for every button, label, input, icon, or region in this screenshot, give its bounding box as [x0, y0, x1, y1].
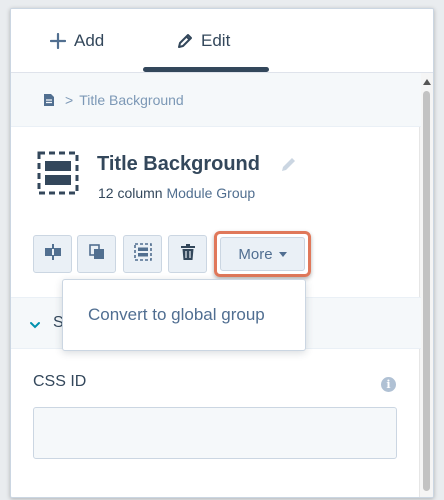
pencil-icon — [176, 32, 194, 50]
css-id-input[interactable] — [33, 407, 397, 459]
select-group-icon — [133, 242, 152, 266]
sidebar-panel: Add Edit > Title Background Title Backgr… — [10, 8, 434, 498]
tab-add[interactable]: Add — [49, 9, 104, 73]
tab-edit[interactable]: Edit — [176, 9, 230, 73]
module-title: Title Background — [97, 153, 260, 175]
breadcrumb: > Title Background — [11, 73, 421, 127]
module-type-link[interactable]: Module Group — [166, 185, 255, 201]
scrollbar[interactable] — [419, 73, 433, 497]
chevron-down-icon[interactable] — [29, 318, 41, 330]
breadcrumb-current: Title Background — [79, 91, 184, 108]
more-button[interactable]: More — [220, 237, 305, 271]
css-id-label: CSS ID — [33, 373, 87, 390]
tab-edit-label: Edit — [201, 31, 231, 50]
plus-icon — [49, 32, 67, 50]
document-icon[interactable] — [43, 93, 55, 107]
module-group-icon — [37, 151, 79, 195]
split-column-button[interactable] — [33, 235, 72, 273]
scrollbar-thumb[interactable] — [423, 91, 430, 491]
trash-icon — [180, 243, 195, 265]
split-column-icon — [44, 243, 62, 265]
breadcrumb-separator: > — [65, 91, 74, 108]
module-subtitle-prefix: 12 column — [98, 185, 163, 201]
more-dropdown-menu: Convert to global group — [62, 279, 306, 351]
module-subtitle: 12 column Module Group — [98, 185, 255, 201]
active-tab-indicator — [143, 67, 269, 72]
tab-bar: Add Edit — [11, 9, 433, 73]
caret-down-icon — [278, 251, 287, 257]
more-button-label: More — [238, 245, 273, 263]
scroll-up-arrow-icon[interactable] — [423, 79, 431, 85]
clone-icon — [88, 243, 105, 265]
select-group-button[interactable] — [123, 235, 162, 273]
info-icon[interactable]: i — [381, 377, 396, 392]
clone-button[interactable] — [77, 235, 116, 273]
edit-name-pencil-icon[interactable] — [279, 154, 299, 174]
delete-button[interactable] — [168, 235, 207, 273]
more-button-highlight: More — [214, 231, 311, 277]
tab-add-label: Add — [74, 31, 105, 50]
menu-item-convert-to-global-group[interactable]: Convert to global group — [88, 305, 265, 325]
